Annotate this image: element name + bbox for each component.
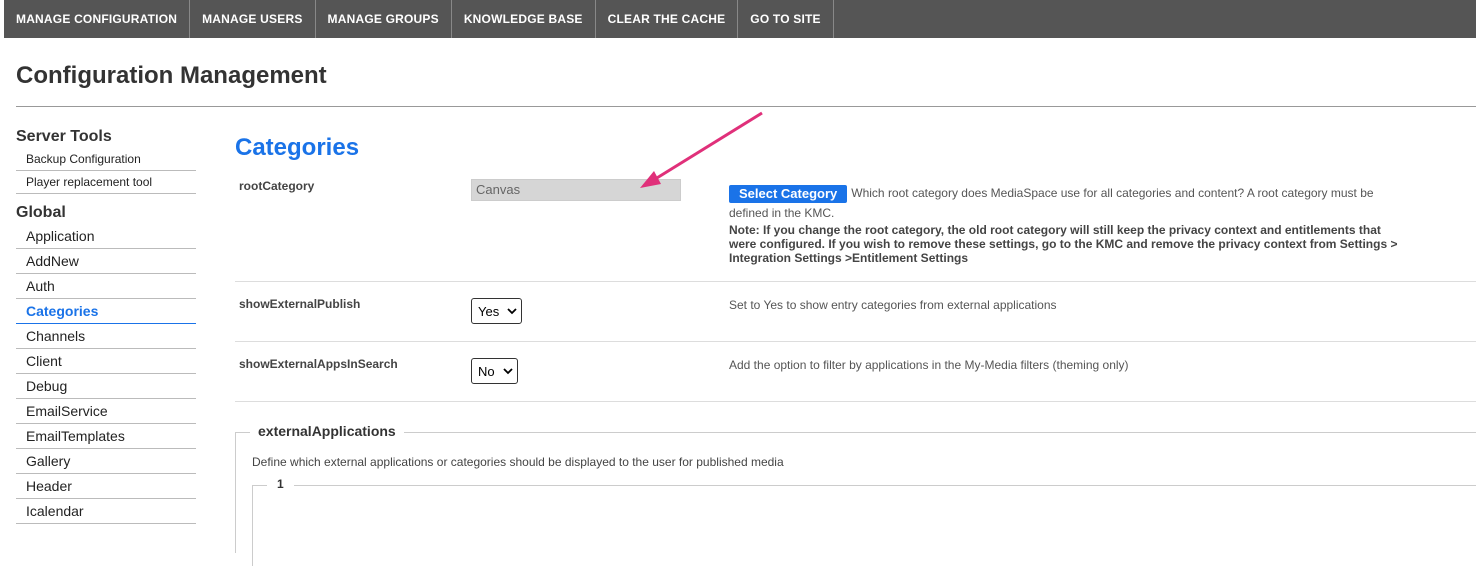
sidebar-item-backup-configuration[interactable]: Backup Configuration bbox=[16, 148, 196, 171]
sidebar-item-emailtemplates[interactable]: EmailTemplates bbox=[16, 424, 196, 449]
show-external-apps-select[interactable]: No bbox=[471, 358, 518, 384]
external-applications-fieldset: externalApplications Define which extern… bbox=[235, 423, 1476, 566]
nav-manage-configuration[interactable]: MANAGE CONFIGURATION bbox=[4, 0, 191, 38]
row-show-external-apps-in-search: showExternalAppsInSearch No Add the opti… bbox=[235, 342, 1476, 402]
sidebar-item-gallery[interactable]: Gallery bbox=[16, 449, 196, 474]
sidebar-item-addnew[interactable]: AddNew bbox=[16, 249, 196, 274]
sidebar: Server Tools Backup Configuration Player… bbox=[16, 126, 196, 524]
global-list: Application AddNew Auth Categories Chann… bbox=[16, 224, 196, 524]
sidebar-item-client[interactable]: Client bbox=[16, 349, 196, 374]
page-title: Configuration Management bbox=[16, 62, 327, 89]
root-category-description: Select Category Which root category does … bbox=[729, 183, 1399, 265]
server-tools-list: Backup Configuration Player replacement … bbox=[16, 148, 196, 194]
nav-go-to-site[interactable]: GO TO SITE bbox=[738, 0, 834, 38]
nav-manage-groups[interactable]: MANAGE GROUPS bbox=[316, 0, 452, 38]
global-heading: Global bbox=[16, 204, 66, 221]
root-category-field[interactable]: Canvas bbox=[471, 179, 681, 201]
nav-manage-users[interactable]: MANAGE USERS bbox=[190, 0, 316, 38]
external-applications-legend: externalApplications bbox=[250, 423, 404, 439]
external-applications-description: Define which external applications or ca… bbox=[252, 455, 784, 469]
sidebar-item-emailservice[interactable]: EmailService bbox=[16, 399, 196, 424]
external-application-1-fieldset: 1 bbox=[252, 477, 1476, 566]
show-external-apps-value: No bbox=[478, 363, 495, 379]
show-external-publish-select[interactable]: Yes bbox=[471, 298, 523, 324]
sidebar-item-debug[interactable]: Debug bbox=[16, 374, 196, 399]
server-tools-heading: Server Tools bbox=[16, 128, 112, 145]
sidebar-item-application[interactable]: Application bbox=[16, 224, 196, 249]
show-external-publish-label: showExternalPublish bbox=[239, 297, 361, 311]
chevron-down-icon bbox=[502, 368, 513, 375]
external-application-1-legend: 1 bbox=[267, 477, 294, 491]
sidebar-item-player-replacement-tool[interactable]: Player replacement tool bbox=[16, 171, 196, 194]
top-nav: MANAGE CONFIGURATION MANAGE USERS MANAGE… bbox=[4, 0, 1476, 38]
sidebar-item-auth[interactable]: Auth bbox=[16, 274, 196, 299]
root-category-label: rootCategory bbox=[239, 179, 315, 193]
sidebar-item-categories[interactable]: Categories bbox=[16, 299, 196, 324]
show-external-publish-value: Yes bbox=[478, 303, 500, 319]
select-category-button[interactable]: Select Category bbox=[729, 184, 848, 203]
show-external-apps-description: Add the option to filter by applications… bbox=[729, 358, 1129, 372]
chevron-down-icon bbox=[507, 308, 517, 315]
show-external-apps-label: showExternalAppsInSearch bbox=[239, 357, 398, 371]
show-external-publish-description: Set to Yes to show entry categories from… bbox=[729, 298, 1057, 312]
row-root-category: rootCategory Canvas Select Category Which… bbox=[235, 170, 1476, 282]
nav-clear-cache[interactable]: CLEAR THE CACHE bbox=[596, 0, 739, 38]
sidebar-item-header[interactable]: Header bbox=[16, 474, 196, 499]
title-divider bbox=[16, 106, 1476, 107]
section-title: Categories bbox=[235, 134, 360, 161]
row-show-external-publish: showExternalPublish Yes Set to Yes to sh… bbox=[235, 282, 1476, 342]
sidebar-item-channels[interactable]: Channels bbox=[16, 324, 196, 349]
root-category-note: Note: If you change the root category, t… bbox=[729, 223, 1398, 265]
nav-knowledge-base[interactable]: KNOWLEDGE BASE bbox=[452, 0, 596, 38]
